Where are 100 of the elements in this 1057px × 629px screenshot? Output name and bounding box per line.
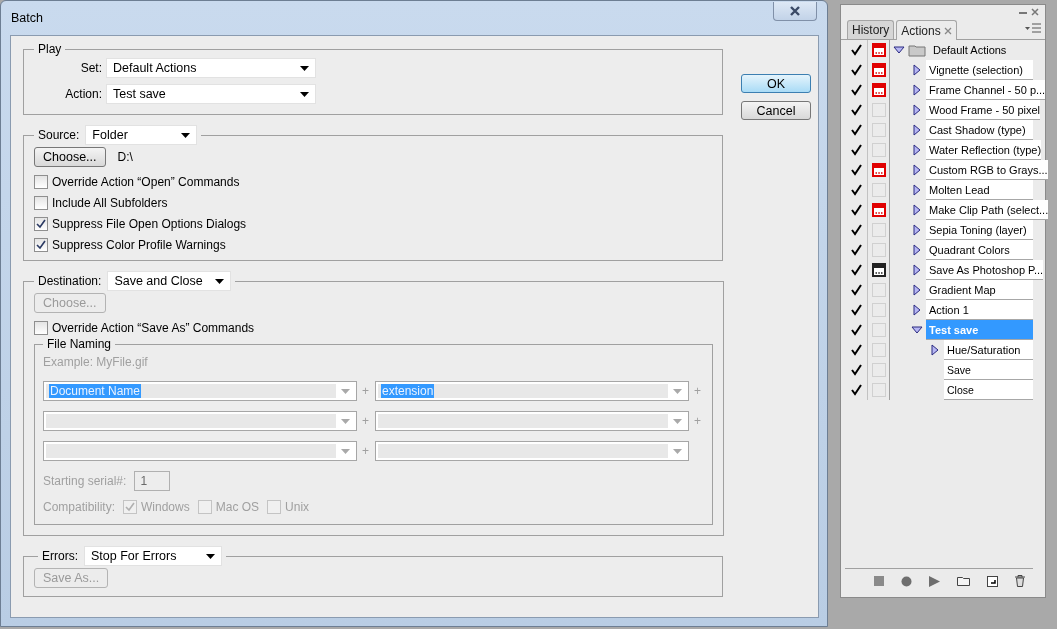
collapsed-triangle-icon[interactable] <box>913 164 921 176</box>
close-icon[interactable] <box>1031 8 1039 16</box>
dialog-toggle-box[interactable] <box>871 103 886 117</box>
action-item[interactable]: Cast Shadow (type) <box>926 120 1033 140</box>
checkmark-icon[interactable] <box>850 364 862 376</box>
dialog-toggle-box[interactable] <box>871 323 886 337</box>
checkbox[interactable] <box>34 217 48 231</box>
dialog-toggle-box[interactable] <box>871 383 886 397</box>
play-icon[interactable] <box>928 575 940 587</box>
checkmark-icon[interactable] <box>850 64 862 76</box>
expanded-triangle-icon[interactable] <box>911 326 923 334</box>
dropdown[interactable]: Test save <box>106 84 316 104</box>
dropdown[interactable]: Default Actions <box>106 58 316 78</box>
dialog-toggle-icon[interactable] <box>871 263 886 277</box>
checkmark-icon[interactable] <box>850 104 862 116</box>
action-item[interactable]: Gradient Map <box>926 280 1033 300</box>
collapsed-triangle-icon[interactable] <box>913 184 921 196</box>
checkmark-icon[interactable] <box>850 124 862 136</box>
checkmark-icon[interactable] <box>850 244 862 256</box>
collapsed-triangle-icon[interactable] <box>913 64 921 76</box>
collapsed-triangle-icon[interactable] <box>913 244 921 256</box>
action-item[interactable]: Frame Channel - 50 p... <box>926 80 1046 100</box>
collapsed-triangle-icon[interactable] <box>913 284 921 296</box>
checkmark-icon[interactable] <box>850 164 862 176</box>
dropdown[interactable]: Stop For Errors <box>84 546 222 566</box>
close-icon[interactable] <box>789 5 801 16</box>
action-item[interactable]: Water Reflection (type) <box>926 140 1042 160</box>
checkmark-icon[interactable] <box>850 84 862 96</box>
checkmark-icon[interactable] <box>850 224 862 236</box>
action-item[interactable]: Save <box>944 360 1033 380</box>
stop-icon[interactable] <box>873 576 884 586</box>
action-item[interactable]: Hue/Saturation <box>944 340 1033 360</box>
collapsed-triangle-icon[interactable] <box>913 224 921 236</box>
collapsed-triangle-icon[interactable] <box>913 204 921 216</box>
checkbox-label: Unix <box>285 500 310 514</box>
action-item[interactable]: Wood Frame - 50 pixel <box>926 100 1041 120</box>
collapsed-triangle-icon[interactable] <box>913 124 921 136</box>
button[interactable]: Choose... <box>34 147 106 167</box>
expanded-triangle-icon[interactable] <box>893 46 905 54</box>
dialog-toggle-box[interactable] <box>871 223 886 237</box>
dialog-toggle-box[interactable] <box>871 243 886 257</box>
dialog-toggle-icon[interactable] <box>871 43 886 57</box>
record-icon[interactable] <box>900 575 912 587</box>
folder-path: D:\ <box>117 150 133 164</box>
caret-icon <box>672 448 682 454</box>
dialog-toggle-icon[interactable] <box>871 203 886 217</box>
menu-icon[interactable] <box>1025 23 1041 33</box>
action-item[interactable]: Default Actions <box>930 40 1033 60</box>
checkmark-icon[interactable] <box>850 144 862 156</box>
action-item[interactable]: Save As Photoshop P... <box>926 260 1044 280</box>
caret-icon <box>181 132 191 138</box>
checkbox[interactable] <box>34 238 48 252</box>
dialog-toggle-box[interactable] <box>871 303 886 317</box>
panel-tab[interactable]: History <box>847 20 895 39</box>
checkmark-icon[interactable] <box>850 44 862 56</box>
checkmark-icon[interactable] <box>850 264 862 276</box>
dropdown[interactable]: Folder <box>85 125 198 145</box>
action-item[interactable]: Make Clip Path (select... <box>926 200 1049 220</box>
dialog-toggle-box[interactable] <box>871 183 886 197</box>
action-item[interactable]: Molten Lead <box>926 180 1033 200</box>
destination-label: Destination: <box>38 274 102 288</box>
checkbox[interactable] <box>34 196 48 210</box>
action-item[interactable]: Quadrant Colors <box>926 240 1033 260</box>
collapsed-triangle-icon[interactable] <box>931 344 939 356</box>
checkmark-icon[interactable] <box>850 344 862 356</box>
dialog-toggle-box[interactable] <box>871 343 886 357</box>
action-item[interactable]: Vignette (selection) <box>926 60 1033 80</box>
panel-tab[interactable]: Actions <box>896 20 957 40</box>
dropdown[interactable]: Save and Close <box>107 271 232 291</box>
checkmark-icon[interactable] <box>850 304 862 316</box>
dialog-toggle-box[interactable] <box>871 363 886 377</box>
close-button[interactable] <box>773 1 817 21</box>
dialog-toggle-box[interactable] <box>871 143 886 157</box>
close-icon[interactable] <box>943 26 952 35</box>
action-item[interactable]: Close <box>944 380 1033 400</box>
dialog-toggle-box[interactable] <box>871 283 886 297</box>
dialog-toggle-icon[interactable] <box>871 163 886 177</box>
dialog-toggle-box[interactable] <box>871 123 886 137</box>
collapsed-triangle-icon[interactable] <box>913 304 921 316</box>
action-item[interactable]: Sepia Toning (layer) <box>926 220 1033 240</box>
collapsed-triangle-icon[interactable] <box>913 144 921 156</box>
folder-icon[interactable] <box>956 576 970 586</box>
button[interactable]: Cancel <box>741 101 811 120</box>
new-item-icon[interactable] <box>986 575 998 587</box>
checkmark-icon[interactable] <box>850 184 862 196</box>
checkbox[interactable] <box>34 321 48 335</box>
button[interactable]: OK <box>741 74 811 93</box>
collapsed-triangle-icon[interactable] <box>913 264 921 276</box>
action-item[interactable]: Action 1 <box>926 300 1033 320</box>
collapsed-triangle-icon[interactable] <box>913 84 921 96</box>
trash-icon[interactable] <box>1014 575 1025 587</box>
checkmark-icon[interactable] <box>850 384 862 396</box>
collapsed-triangle-icon[interactable] <box>913 104 921 116</box>
checkmark-icon[interactable] <box>850 284 862 296</box>
checkmark-icon[interactable] <box>850 204 862 216</box>
action-item[interactable]: Custom RGB to Grays... <box>926 160 1048 180</box>
dialog-toggle-icon[interactable] <box>871 83 886 97</box>
checkbox[interactable] <box>34 175 48 189</box>
dialog-toggle-icon[interactable] <box>871 63 886 77</box>
checkmark-icon[interactable] <box>850 324 862 336</box>
